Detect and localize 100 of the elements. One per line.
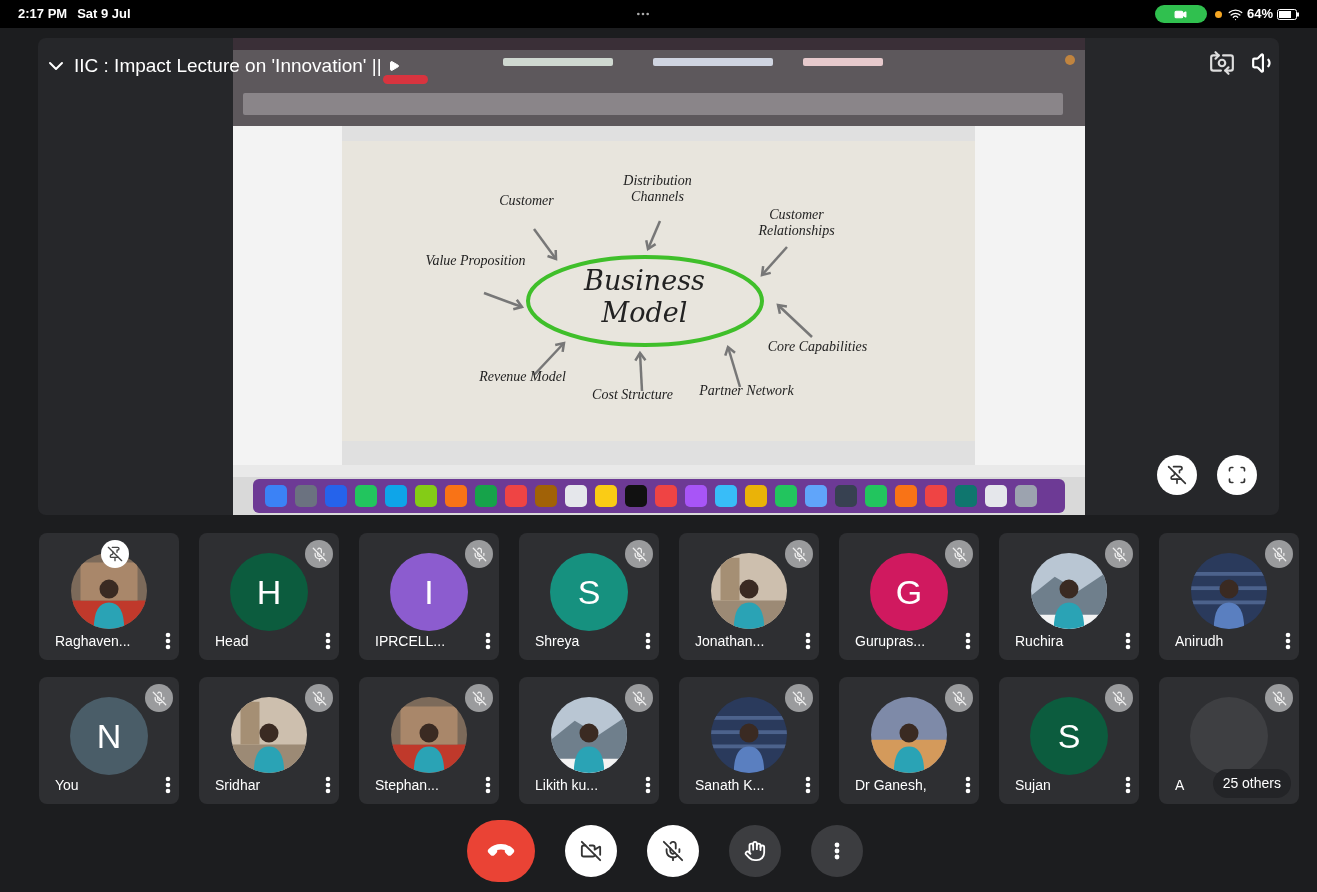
participant-name: Sridhar [215, 776, 261, 794]
participant-name: A [1175, 776, 1185, 794]
mic-off-icon [951, 546, 967, 562]
mic-off-icon [311, 546, 327, 562]
participant-name: Shreya [535, 632, 580, 650]
more-options-icon[interactable] [965, 632, 971, 650]
participant-tile[interactable]: A 25 others [1159, 677, 1299, 804]
mic-off-icon [471, 546, 487, 562]
more-options-icon[interactable] [1285, 632, 1291, 650]
more-icon [833, 842, 840, 860]
participant-name: Head [215, 632, 249, 650]
participant-tile[interactable]: Likith ku... [519, 677, 659, 804]
mic-off-icon [791, 690, 807, 706]
more-options-icon[interactable] [965, 776, 971, 794]
diagram-label: Customer [498, 193, 555, 209]
participant-tile[interactable]: G Gurupras... [839, 533, 979, 660]
more-options-icon[interactable] [325, 776, 331, 794]
more-button[interactable] [810, 825, 863, 877]
more-options-icon[interactable] [805, 776, 811, 794]
participant-name: Dr Ganesh, [855, 776, 927, 794]
mic-off-button[interactable] [646, 825, 699, 877]
participant-name: Sujan [1015, 776, 1051, 794]
diagram-label: Core Capabilities [766, 339, 869, 355]
meeting-title: IIC : Impact Lecture on 'Innovation' || [74, 54, 382, 78]
diagram-label: Customer Relationships [757, 207, 836, 239]
participant-name: Ruchira [1015, 632, 1064, 650]
participant-name: IPRCELL... [375, 632, 446, 650]
unpin-icon [1167, 465, 1187, 485]
diagram-label: Revenue Model [478, 369, 567, 385]
diagram-label: Cost Structure [591, 387, 674, 403]
letter-avatar: S [1030, 697, 1108, 775]
participant-name: Stephan... [375, 776, 439, 794]
unpin-button[interactable] [1157, 455, 1197, 495]
mic-off-icon [631, 690, 647, 706]
more-options-icon[interactable] [165, 632, 171, 650]
participant-name: Likith ku... [535, 776, 599, 794]
participant-name: Jonathan... [695, 632, 765, 650]
diagram-label: Value Proposition [424, 253, 527, 269]
more-options-icon[interactable] [645, 776, 651, 794]
participant-tile[interactable]: Jonathan... [679, 533, 819, 660]
participant-name: You [55, 776, 79, 794]
unpin-badge[interactable] [101, 540, 129, 568]
participant-tile[interactable]: Sanath K... [679, 677, 819, 804]
mic-off-icon [471, 690, 487, 706]
mic-off-icon [951, 690, 967, 706]
participant-name: Raghaven... [55, 632, 131, 650]
participant-name: Anirudh [1175, 632, 1224, 650]
diagram-label: Partner Network [698, 383, 795, 399]
participant-tile[interactable]: Dr Ganesh, [839, 677, 979, 804]
participant-name: Sanath K... [695, 776, 765, 794]
mic-off-icon [151, 690, 167, 706]
caret-icon[interactable] [387, 60, 400, 73]
participant-tile[interactable]: Anirudh [1159, 533, 1299, 660]
participant-tile[interactable]: Raghaven... [39, 533, 179, 660]
letter-avatar: S [550, 553, 628, 631]
hand-icon [743, 840, 766, 862]
mic-off-icon [661, 840, 684, 862]
more-options-icon[interactable] [485, 632, 491, 650]
more-options-icon[interactable] [485, 776, 491, 794]
participant-name: Gurupras... [855, 632, 926, 650]
battery-icon [1277, 8, 1299, 20]
more-options-icon[interactable] [1125, 776, 1131, 794]
participant-tile[interactable]: Ruchira [999, 533, 1139, 660]
fullscreen-icon [1227, 465, 1247, 485]
mic-off-icon [1111, 690, 1127, 706]
more-options-icon[interactable] [1125, 632, 1131, 650]
letter-avatar: N [70, 697, 148, 775]
camera-off-icon [579, 840, 602, 862]
raise-hand-button[interactable] [728, 825, 781, 877]
participant-tile[interactable]: S Sujan [999, 677, 1139, 804]
status-date: Sat 9 Jul [77, 5, 131, 24]
more-options-icon[interactable] [325, 632, 331, 650]
mic-off-icon [311, 690, 327, 706]
battery-percent: 64% [1246, 5, 1273, 24]
camera-off-button[interactable] [564, 825, 617, 877]
status-time: 2:17 PM [18, 5, 68, 24]
diagram-center-label: Business Model [582, 265, 706, 329]
participant-tile[interactable]: S Shreya [519, 533, 659, 660]
mic-off-icon [631, 546, 647, 562]
more-options-icon[interactable] [165, 776, 171, 794]
diagram-label: Distribution Channels [622, 173, 693, 205]
more-options-icon[interactable] [645, 632, 651, 650]
letter-avatar: I [390, 553, 468, 631]
mic-off-icon [1271, 546, 1287, 562]
others-count[interactable]: 25 others [1212, 769, 1291, 798]
letter-avatar: G [870, 553, 948, 631]
participant-tile[interactable]: Stephan... [359, 677, 499, 804]
mic-off-icon [791, 546, 807, 562]
mic-off-icon [1111, 546, 1127, 562]
unpin-icon [107, 546, 123, 562]
switch-camera-icon[interactable] [1209, 50, 1235, 76]
fullscreen-button[interactable] [1217, 455, 1257, 495]
letter-avatar: H [230, 553, 308, 631]
participant-tile[interactable]: I IPRCELL... [359, 533, 499, 660]
participant-tile[interactable]: N You [39, 677, 179, 804]
wifi-icon [1227, 6, 1243, 22]
mic-off-icon [1271, 690, 1287, 706]
participant-tile[interactable]: H Head [199, 533, 339, 660]
participant-tile[interactable]: Sridhar [199, 677, 339, 804]
more-options-icon[interactable] [805, 632, 811, 650]
